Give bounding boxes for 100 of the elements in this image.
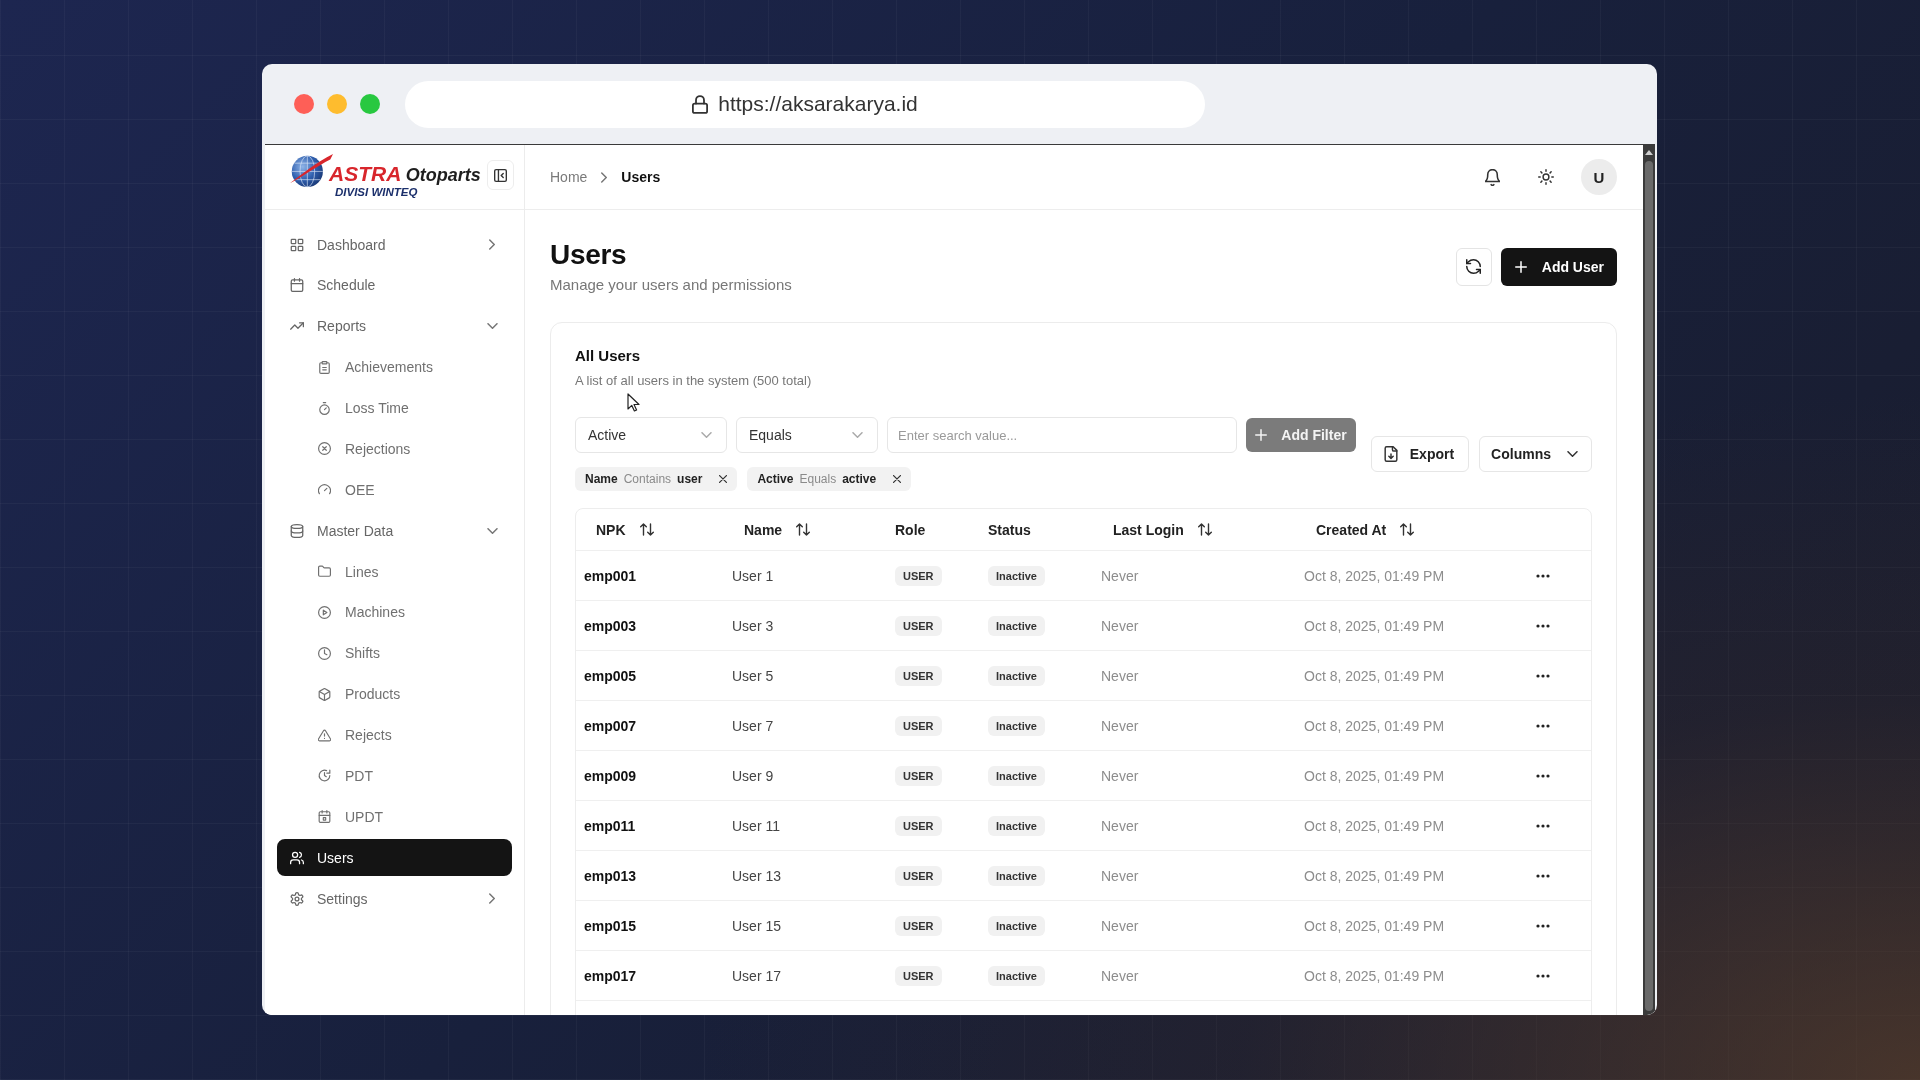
grid-icon — [290, 237, 304, 252]
more-icon[interactable] — [1536, 873, 1550, 878]
lock-icon — [692, 94, 709, 114]
sidebar-item[interactable]: Achievements — [277, 348, 512, 386]
sidebar-item[interactable]: OEE — [277, 471, 512, 509]
more-icon[interactable] — [1536, 773, 1550, 778]
user-name: User 1 — [732, 567, 774, 584]
calendar-icon — [318, 810, 331, 824]
more-icon[interactable] — [1536, 723, 1550, 728]
sort-icon — [796, 523, 811, 536]
gauge-icon — [318, 483, 331, 497]
status-badge: Inactive — [988, 865, 1045, 886]
more-icon[interactable] — [1536, 573, 1550, 578]
status-badge: Inactive — [988, 765, 1045, 786]
sidebar-item[interactable]: Rejections — [277, 430, 512, 468]
created-at: Oct 8, 2025, 01:49 PM — [1304, 817, 1445, 834]
last-login: Never — [1101, 567, 1139, 584]
card-description: A list of all users in the system (500 total) — [575, 372, 813, 390]
logo-wordmark: ASTRA Otoparts — [329, 162, 481, 184]
sidebar-item[interactable]: Settings — [277, 880, 512, 917]
role-badge: USER — [895, 715, 942, 736]
created-at: Oct 8, 2025, 01:49 PM — [1304, 767, 1445, 784]
search-field[interactable]: Enter search value... — [887, 417, 1237, 453]
more-icon[interactable] — [1536, 823, 1550, 828]
scrollbar[interactable] — [1643, 145, 1655, 1015]
employee-id: emp009 — [584, 767, 637, 784]
sidebar-item[interactable]: Schedule — [277, 266, 512, 304]
filter-value: user — [677, 472, 703, 486]
employee-id: emp007 — [584, 717, 637, 734]
role-badge: USER — [895, 915, 942, 936]
more-icon[interactable] — [1536, 973, 1550, 978]
logo-division: DIVISI WINTEQ — [335, 185, 419, 198]
role-badge: USER — [895, 615, 942, 636]
status-badge: Inactive — [988, 915, 1045, 936]
sidebar-item[interactable]: Reports — [277, 307, 512, 345]
sidebar-item[interactable]: Loss Time — [277, 389, 512, 427]
page-subtitle: Manage your users and permissions — [550, 275, 792, 295]
sidebar-item[interactable]: UPDT — [277, 798, 512, 836]
user-name: User 9 — [732, 767, 774, 784]
role-badge: USER — [895, 815, 942, 836]
add-user-button[interactable]: Add User — [1500, 247, 1617, 286]
column-header[interactable]: Last Login — [1101, 517, 1224, 542]
sidebar-item[interactable]: Shifts — [277, 634, 512, 672]
file-download-icon — [1383, 446, 1398, 462]
export-button[interactable]: Export — [1370, 436, 1470, 472]
sidebar-item[interactable]: Lines — [277, 553, 512, 590]
sidebar-collapse-button[interactable] — [487, 160, 514, 190]
field-select[interactable]: Active — [575, 417, 727, 453]
column-header[interactable]: Name — [732, 517, 823, 542]
clock-icon — [318, 769, 331, 783]
clipboard-icon — [318, 360, 331, 374]
sidebar-item[interactable]: Rejects — [277, 716, 512, 754]
employee-id: emp011 — [584, 817, 636, 834]
employee-id: emp013 — [584, 867, 637, 884]
refresh-button[interactable] — [1455, 247, 1492, 286]
sidebar-item[interactable]: Master Data — [277, 512, 512, 550]
sort-icon — [1197, 523, 1212, 536]
created-at: Oct 8, 2025, 01:49 PM — [1304, 917, 1445, 934]
last-login: Never — [1101, 717, 1139, 734]
close-window-icon[interactable] — [294, 94, 314, 114]
user-name: User 5 — [732, 667, 774, 684]
sidebar-item[interactable]: Dashboard — [277, 226, 512, 263]
sidebar-item[interactable]: Machines — [277, 593, 512, 631]
role-badge: USER — [895, 965, 942, 986]
close-icon[interactable] — [893, 475, 902, 483]
employee-id: emp001 — [584, 567, 637, 584]
last-login: Never — [1101, 967, 1139, 984]
sort-icon — [639, 523, 654, 536]
sidebar-item[interactable]: Products — [277, 675, 512, 713]
close-icon[interactable] — [719, 475, 728, 483]
column-header[interactable]: Created At — [1304, 517, 1427, 542]
created-at: Oct 8, 2025, 01:49 PM — [1304, 967, 1445, 984]
user-name: User 7 — [732, 717, 774, 734]
bell-icon[interactable] — [1485, 168, 1500, 186]
user-name: User 3 — [732, 617, 774, 634]
filter-field: Name — [585, 472, 618, 486]
last-login: Never — [1101, 867, 1139, 884]
column-header[interactable]: NPK — [584, 517, 666, 542]
more-icon[interactable] — [1536, 923, 1550, 928]
plus-icon — [1255, 429, 1268, 441]
sidebar-item[interactable]: Users — [277, 839, 512, 877]
breadcrumb-current: Users — [621, 169, 661, 185]
address-bar[interactable]: https://aksarakarya.id — [405, 80, 1205, 128]
role-badge: USER — [895, 865, 942, 886]
more-icon[interactable] — [1536, 673, 1550, 678]
chevron-down-icon — [1567, 451, 1578, 457]
avatar[interactable]: U — [1581, 159, 1617, 195]
breadcrumb-link[interactable]: Home — [550, 169, 588, 185]
more-icon[interactable] — [1536, 623, 1550, 628]
operator-select[interactable]: Equals — [736, 417, 878, 453]
columns-button[interactable]: Columns — [1479, 436, 1592, 472]
chevron-down-icon — [852, 432, 863, 438]
last-login: Never — [1101, 817, 1139, 834]
sidebar-item[interactable]: PDT — [277, 757, 512, 795]
sort-icon — [1400, 523, 1415, 536]
created-at: Oct 8, 2025, 01:49 PM — [1304, 617, 1445, 634]
sun-icon[interactable] — [1538, 169, 1554, 185]
calendar-icon — [290, 278, 304, 293]
created-at: Oct 8, 2025, 01:49 PM — [1304, 667, 1445, 684]
warning-icon — [318, 728, 331, 742]
